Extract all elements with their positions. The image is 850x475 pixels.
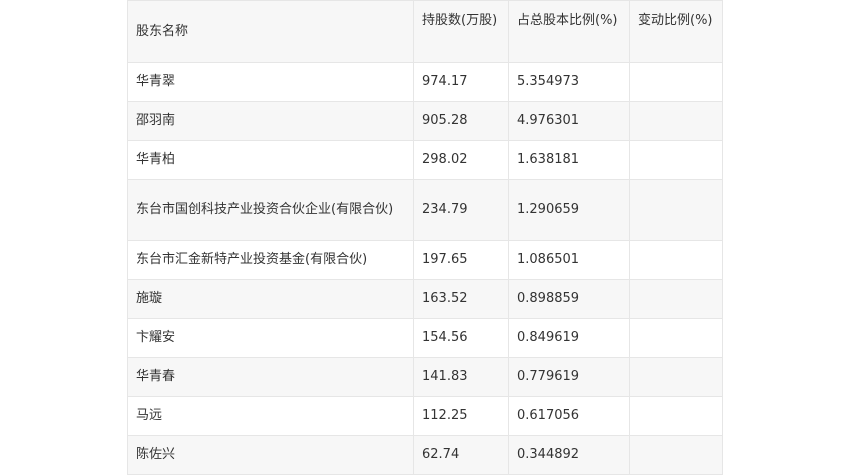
cell-shares: 141.83: [413, 357, 509, 397]
cell-shareholder-name: 华青翠: [127, 62, 414, 102]
table-row: 陈佐兴 62.74 0.344892: [127, 435, 723, 475]
cell-shares: 112.25: [413, 396, 509, 436]
cell-shareholder-name: 东台市汇金新特产业投资基金(有限合伙): [127, 240, 414, 280]
cell-change-ratio: [629, 62, 723, 102]
cell-share-ratio: 5.354973: [508, 62, 630, 102]
cell-shareholder-name: 马远: [127, 396, 414, 436]
cell-share-ratio: 1.290659: [508, 179, 630, 241]
cell-shares: 905.28: [413, 101, 509, 141]
header-shareholder-name: 股东名称: [127, 0, 414, 63]
cell-share-ratio: 0.779619: [508, 357, 630, 397]
table-row: 卞耀安 154.56 0.849619: [127, 318, 723, 358]
cell-shares: 163.52: [413, 279, 509, 319]
cell-change-ratio: [629, 240, 723, 280]
table-row: 施璇 163.52 0.898859: [127, 279, 723, 319]
shareholder-table: 股东名称 持股数(万股) 占总股本比例(%) 变动比例(%) 华青翠 974.1…: [127, 0, 723, 475]
cell-shares: 298.02: [413, 140, 509, 180]
cell-change-ratio: [629, 179, 723, 241]
cell-change-ratio: [629, 279, 723, 319]
cell-shareholder-name: 华青柏: [127, 140, 414, 180]
cell-change-ratio: [629, 357, 723, 397]
table-row: 东台市国创科技产业投资合伙企业(有限合伙) 234.79 1.290659: [127, 179, 723, 241]
header-share-ratio: 占总股本比例(%): [508, 0, 630, 63]
cell-share-ratio: 1.638181: [508, 140, 630, 180]
cell-change-ratio: [629, 101, 723, 141]
cell-share-ratio: 0.849619: [508, 318, 630, 358]
cell-shareholder-name: 华青春: [127, 357, 414, 397]
header-shares: 持股数(万股): [413, 0, 509, 63]
cell-shareholder-name: 东台市国创科技产业投资合伙企业(有限合伙): [127, 179, 414, 241]
cell-shareholder-name: 卞耀安: [127, 318, 414, 358]
cell-shares: 154.56: [413, 318, 509, 358]
cell-share-ratio: 0.898859: [508, 279, 630, 319]
table-row: 华青柏 298.02 1.638181: [127, 140, 723, 180]
cell-shares: 974.17: [413, 62, 509, 102]
cell-share-ratio: 1.086501: [508, 240, 630, 280]
cell-shares: 197.65: [413, 240, 509, 280]
shareholder-table-container: 股东名称 持股数(万股) 占总股本比例(%) 变动比例(%) 华青翠 974.1…: [127, 0, 723, 475]
cell-change-ratio: [629, 396, 723, 436]
cell-shareholder-name: 邵羽南: [127, 101, 414, 141]
cell-change-ratio: [629, 318, 723, 358]
cell-share-ratio: 0.344892: [508, 435, 630, 475]
cell-change-ratio: [629, 435, 723, 475]
table-row: 马远 112.25 0.617056: [127, 396, 723, 436]
cell-shareholder-name: 陈佐兴: [127, 435, 414, 475]
table-row: 华青翠 974.17 5.354973: [127, 62, 723, 102]
cell-share-ratio: 4.976301: [508, 101, 630, 141]
cell-share-ratio: 0.617056: [508, 396, 630, 436]
cell-shareholder-name: 施璇: [127, 279, 414, 319]
cell-shares: 234.79: [413, 179, 509, 241]
table-row: 东台市汇金新特产业投资基金(有限合伙) 197.65 1.086501: [127, 240, 723, 280]
table-header-row: 股东名称 持股数(万股) 占总股本比例(%) 变动比例(%): [127, 0, 723, 63]
table-row: 邵羽南 905.28 4.976301: [127, 101, 723, 141]
cell-shares: 62.74: [413, 435, 509, 475]
cell-change-ratio: [629, 140, 723, 180]
header-change-ratio: 变动比例(%): [629, 0, 723, 63]
table-row: 华青春 141.83 0.779619: [127, 357, 723, 397]
